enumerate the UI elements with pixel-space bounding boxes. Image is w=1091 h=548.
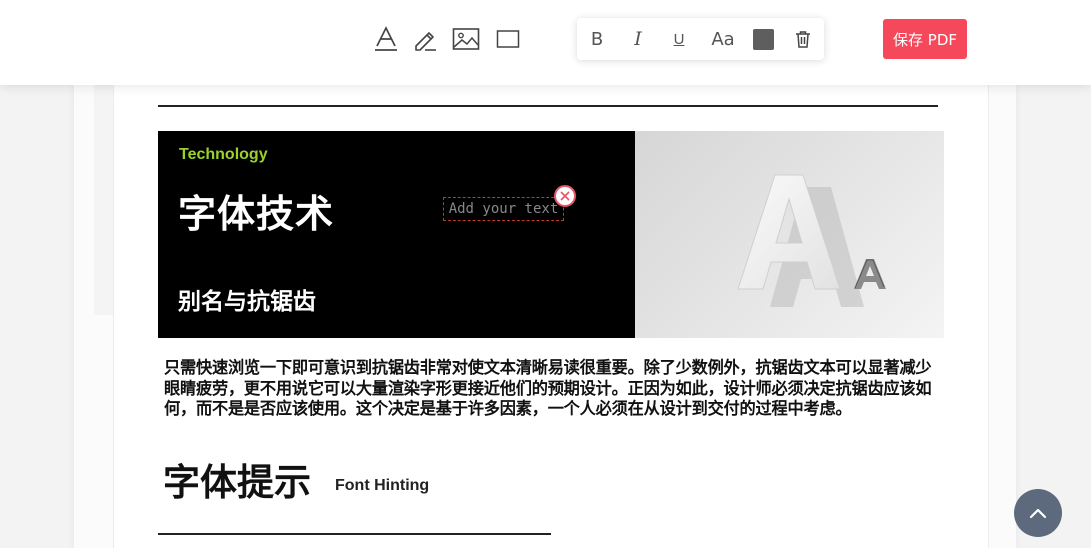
image-icon: [452, 28, 480, 50]
hero-subtitle: 别名与抗锯齿: [178, 289, 316, 315]
font-size-button[interactable]: Aa: [704, 22, 742, 56]
side-strip: [94, 85, 113, 315]
hero-banner: Technology 字体技术 别名与抗锯齿 Add your text: [158, 131, 944, 338]
underline-button[interactable]: U: [662, 22, 696, 56]
top-divider: [158, 105, 938, 107]
rectangle-icon: [496, 30, 520, 48]
image-tool-button[interactable]: [449, 22, 483, 56]
top-toolbar: B I U Aa 保存 PDF: [0, 0, 1091, 85]
trash-icon: [796, 31, 810, 48]
body-paragraph: 只需快速浏览一下即可意识到抗锯齿非常对使文本清晰易读很重要。除了少数例外，抗锯齿…: [164, 358, 932, 418]
italic-button[interactable]: I: [621, 22, 655, 56]
color-swatch: [752, 28, 774, 50]
hero-dark-panel: Technology 字体技术 别名与抗锯齿 Add your text: [158, 131, 635, 338]
bold-button[interactable]: B: [580, 22, 614, 56]
shape-tool-button[interactable]: [491, 22, 525, 56]
pen-tool-button[interactable]: [408, 22, 442, 56]
pencil-icon: [415, 32, 436, 51]
delete-button[interactable]: [786, 22, 820, 56]
format-toolbar: B I U Aa: [577, 18, 824, 60]
section-heading: 字体提示: [163, 461, 311, 504]
hero-title: 字体技术: [178, 192, 335, 236]
text-a-icon: [375, 26, 397, 51]
close-icon: [560, 191, 570, 201]
letter-a-image: [737, 174, 886, 307]
section-subheading: Font Hinting: [335, 477, 430, 494]
save-pdf-button[interactable]: 保存 PDF: [883, 19, 967, 59]
text-tool-button[interactable]: [369, 22, 403, 56]
chevron-up-icon: [1029, 508, 1047, 519]
bottom-divider: [158, 533, 551, 535]
category-tag: Technology: [179, 146, 268, 163]
hero-image: A A: [635, 131, 944, 338]
remove-text-box-button[interactable]: [554, 185, 576, 207]
add-text-box[interactable]: Add your text: [443, 197, 564, 221]
scroll-to-top-button[interactable]: [1014, 489, 1062, 537]
color-button[interactable]: [746, 22, 780, 56]
